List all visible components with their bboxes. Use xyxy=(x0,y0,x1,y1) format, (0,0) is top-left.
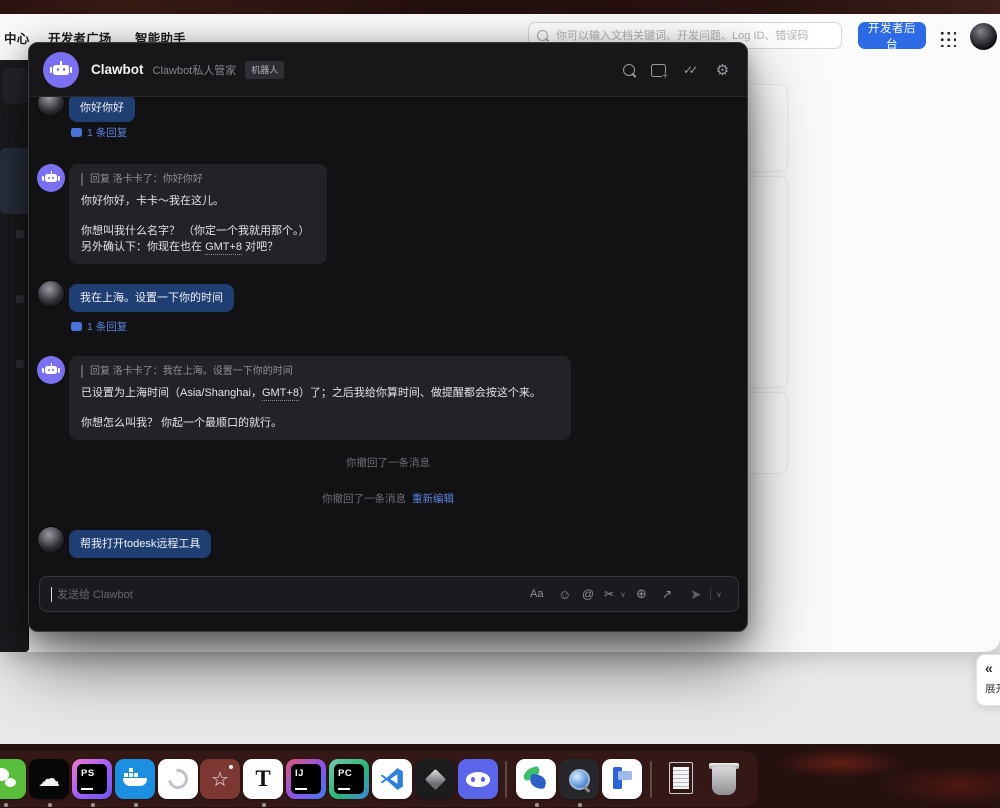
dock-typora-icon[interactable]: T xyxy=(243,759,283,799)
user-message-bubble: 你好你好 xyxy=(69,94,135,122)
dock-separator xyxy=(650,761,652,798)
recalled-message-notice: 你撤回了一条消息 重新编辑 xyxy=(322,493,454,505)
running-indicator-dot xyxy=(578,803,582,807)
dock-bird-swoosh-app-icon[interactable] xyxy=(516,759,556,799)
running-indicator-dot xyxy=(91,803,95,807)
running-indicator-dot xyxy=(4,803,8,807)
clawbot-avatar[interactable] xyxy=(43,51,79,88)
dock-discord-icon[interactable] xyxy=(458,759,498,799)
user-message-avatar[interactable] xyxy=(37,526,65,554)
search-icon xyxy=(537,30,548,41)
developer-backend-button[interactable]: 开发者后台 xyxy=(858,22,926,51)
text-format-icon[interactable]: Aa xyxy=(530,577,543,611)
text-caret xyxy=(51,587,52,602)
dock-pycharm-icon[interactable]: PC xyxy=(329,759,369,799)
search-chat-icon[interactable] xyxy=(620,62,637,79)
dock-cube-3d-app-icon[interactable] xyxy=(415,759,455,799)
chat-title: Clawbot xyxy=(91,62,144,77)
user-message-bubble: 帮我打开todesk远程工具 xyxy=(69,530,212,558)
dock-intellij-icon[interactable]: IJ xyxy=(286,759,326,799)
expand-panel-button[interactable]: « 展开 xyxy=(976,654,1000,706)
bot-message-bubble: 回复 洛卡卡了：你好你好 你好你好，卡卡～我在这儿。 你想叫我什么名字？ （你定… xyxy=(69,164,327,264)
user-avatar[interactable] xyxy=(970,23,997,50)
timezone-text: GMT+8 xyxy=(205,241,243,255)
dock-wechat-icon[interactable] xyxy=(0,759,26,799)
dock-trash-icon[interactable] xyxy=(704,759,744,799)
chat-subtitle: Clawbot私人管家 xyxy=(152,64,237,77)
expand-composer-icon[interactable]: ↗ xyxy=(662,577,672,611)
attach-plus-icon[interactable]: ⊕ xyxy=(636,577,647,611)
emoji-icon[interactable]: ☺ xyxy=(558,577,571,611)
dock-navicat-icon[interactable] xyxy=(158,759,198,799)
thread-reply-link[interactable]: 1 条回复 xyxy=(71,319,127,334)
timezone-text: GMT+8 xyxy=(261,387,299,401)
thread-reply-link[interactable]: 1 条回复 xyxy=(71,125,127,140)
dock-vscode-icon[interactable] xyxy=(372,759,412,799)
bot-message-avatar[interactable] xyxy=(37,356,65,384)
ghost-panel xyxy=(742,392,788,474)
dock-cloud-terminal-icon[interactable]: ☁ xyxy=(29,759,69,799)
dock-docker-icon[interactable] xyxy=(115,759,155,799)
tab-center[interactable]: 中心 xyxy=(4,28,29,47)
chevron-down-icon[interactable]: ∨ xyxy=(620,577,626,611)
running-indicator-dot xyxy=(535,803,539,807)
double-chevron-left-icon: « xyxy=(985,660,993,676)
bot-badge: 机器人 xyxy=(245,60,285,79)
running-indicator-dot xyxy=(134,803,138,807)
message-composer[interactable]: Aa ☺ @ ✂ ∨ ⊕ ↗ ➤ ∨ xyxy=(39,576,739,613)
recalled-message-notice: 你撤回了一条消息 xyxy=(346,457,430,469)
user-message-bubble: 我在上海。设置一下你的时间 xyxy=(69,284,234,312)
dock-magnifier-app-icon[interactable] xyxy=(559,759,599,799)
user-message-avatar[interactable] xyxy=(37,280,65,308)
reply-bubble-icon xyxy=(71,322,82,331)
menu-bar-strip xyxy=(0,0,1000,14)
bot-message-bubble: 回复 洛卡卡了：我在上海。设置一下你的时间 已设置为上海时间（Asia/Shan… xyxy=(69,356,571,440)
site-search-input[interactable] xyxy=(554,28,833,43)
dock-phpstorm-icon[interactable]: PS xyxy=(72,759,112,799)
re-edit-link[interactable]: 重新编辑 xyxy=(412,493,454,505)
new-window-icon[interactable] xyxy=(650,62,668,81)
dock-separator xyxy=(505,761,507,798)
send-options-chevron-icon[interactable]: ∨ xyxy=(716,577,722,611)
clawbot-chat-window: Clawbot Clawbot私人管家 机器人 ✓✓ ⚙ 你好你好 1 条回复 … xyxy=(28,42,748,632)
reply-bubble-icon xyxy=(71,128,82,137)
chat-header: Clawbot Clawbot私人管家 机器人 ✓✓ ⚙ xyxy=(29,43,747,97)
message-input[interactable] xyxy=(55,577,389,613)
running-indicator-dot xyxy=(262,803,266,807)
list-item xyxy=(3,68,28,104)
dock-todesk-icon[interactable] xyxy=(602,759,642,799)
send-icon[interactable]: ➤ xyxy=(690,577,702,611)
reply-quote: 回复 洛卡卡了：你好你好 xyxy=(81,173,315,186)
running-indicator-dot xyxy=(48,803,52,807)
mark-read-icon[interactable]: ✓✓ xyxy=(680,62,701,79)
screenshot-scissors-icon[interactable]: ✂ xyxy=(604,577,614,611)
bot-message-avatar[interactable] xyxy=(37,164,65,192)
settings-gear-icon[interactable]: ⚙ xyxy=(714,62,731,79)
reply-quote: 回复 洛卡卡了：我在上海。设置一下你的时间 xyxy=(81,365,559,378)
dock-documents-stack-icon[interactable] xyxy=(662,759,702,799)
ghost-panel xyxy=(742,176,788,388)
list-item-selected xyxy=(0,148,28,214)
app-grid-icon[interactable] xyxy=(939,30,956,47)
background-window-strip xyxy=(0,60,29,652)
ghost-panel xyxy=(742,84,788,172)
mention-icon[interactable]: @ xyxy=(582,577,594,611)
